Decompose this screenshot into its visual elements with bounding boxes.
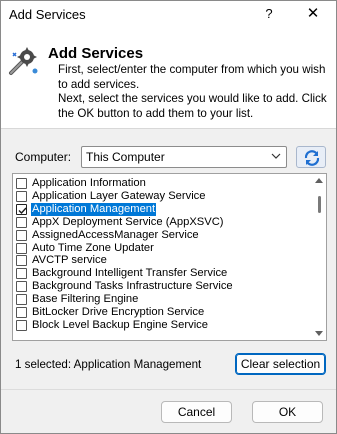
service-checkbox[interactable]	[16, 307, 27, 318]
services-listbox[interactable]: Application Information Application Layer…	[12, 173, 327, 341]
dialog-heading: Add Services	[48, 45, 144, 62]
service-label: AssignedAccessManager Service	[32, 228, 199, 241]
scroll-up-icon[interactable]	[315, 177, 323, 183]
help-button[interactable]: ?	[263, 6, 275, 22]
refresh-icon	[304, 150, 320, 166]
service-label: Background Intelligent Transfer Service	[32, 267, 228, 280]
description-line-2: Next, select the services you would like…	[58, 92, 327, 120]
scroll-down-icon[interactable]	[315, 331, 323, 337]
checkmark-icon	[18, 207, 27, 214]
service-checkbox[interactable]	[16, 203, 27, 215]
service-list-item[interactable]: AppX Deployment Service (AppXSVC)	[14, 216, 310, 229]
service-label: Block Level Backup Engine Service	[32, 318, 208, 331]
services-scrollbar[interactable]	[312, 174, 326, 340]
service-checkbox[interactable]	[16, 294, 27, 306]
service-checkbox[interactable]	[16, 190, 27, 202]
window-title: Add Services	[9, 7, 86, 22]
refresh-button[interactable]	[296, 146, 326, 168]
service-checkbox[interactable]	[16, 319, 27, 331]
service-list-item[interactable]: Background Intelligent Transfer Service	[14, 267, 310, 280]
ok-button[interactable]: OK	[252, 401, 323, 423]
service-list-item[interactable]: AVCTP service	[14, 254, 310, 267]
service-list-item[interactable]: BitLocker Drive Encryption Service	[14, 306, 310, 319]
dialog-header: Add Services First, select/enter the com…	[1, 29, 336, 129]
service-checkbox[interactable]	[16, 268, 27, 280]
chevron-down-icon	[271, 153, 281, 159]
selection-status: 1 selected: Application Management	[15, 358, 202, 371]
computer-dropdown-value: This Computer	[86, 150, 165, 164]
service-list-item[interactable]: Auto Time Zone Updater	[14, 242, 310, 255]
clear-selection-button[interactable]: Clear selection	[235, 353, 326, 375]
dialog-description: First, select/enter the computer from wh…	[58, 63, 332, 121]
service-label: Background Tasks Infrastructure Service	[32, 280, 233, 293]
service-label: Base Filtering Engine	[32, 293, 139, 306]
service-checkbox[interactable]	[16, 178, 27, 189]
service-label: AVCTP service	[32, 254, 107, 267]
service-list-item[interactable]: AssignedAccessManager Service	[14, 229, 310, 242]
service-list-item[interactable]: Application Layer Gateway Service	[14, 190, 310, 203]
close-button[interactable]: ✕	[303, 5, 323, 23]
service-label: Auto Time Zone Updater	[32, 241, 154, 254]
scrollbar-thumb[interactable]	[318, 196, 321, 213]
service-list-item[interactable]: Application Management	[14, 202, 310, 216]
services-gear-icon	[9, 47, 38, 75]
add-services-dialog: Add Services ? ✕ Add Services First, sel…	[0, 0, 337, 434]
cancel-button[interactable]: Cancel	[161, 401, 232, 423]
service-list-item[interactable]: Base Filtering Engine	[14, 293, 310, 306]
service-list-item[interactable]: Block Level Backup Engine Service	[14, 319, 310, 332]
footer-divider	[1, 389, 336, 390]
service-list-item[interactable]: Application Information	[14, 177, 310, 190]
service-checkbox[interactable]	[16, 229, 27, 241]
service-label: Application Layer Gateway Service	[32, 189, 206, 202]
service-label: BitLocker Drive Encryption Service	[32, 306, 205, 318]
title-bar: Add Services ? ✕	[1, 1, 336, 29]
service-label: AppX Deployment Service (AppXSVC)	[32, 215, 224, 228]
description-line-1: First, select/enter the computer from wh…	[58, 63, 326, 91]
service-label: Application Management	[31, 202, 157, 216]
service-label: Application Information	[32, 177, 146, 189]
computer-dropdown[interactable]: This Computer	[81, 146, 287, 168]
service-checkbox[interactable]	[16, 281, 27, 293]
computer-label: Computer:	[15, 150, 72, 164]
service-checkbox[interactable]	[16, 216, 27, 228]
service-list-item[interactable]: Background Tasks Infrastructure Service	[14, 280, 310, 293]
service-checkbox[interactable]	[16, 242, 27, 254]
service-checkbox[interactable]	[16, 255, 27, 267]
